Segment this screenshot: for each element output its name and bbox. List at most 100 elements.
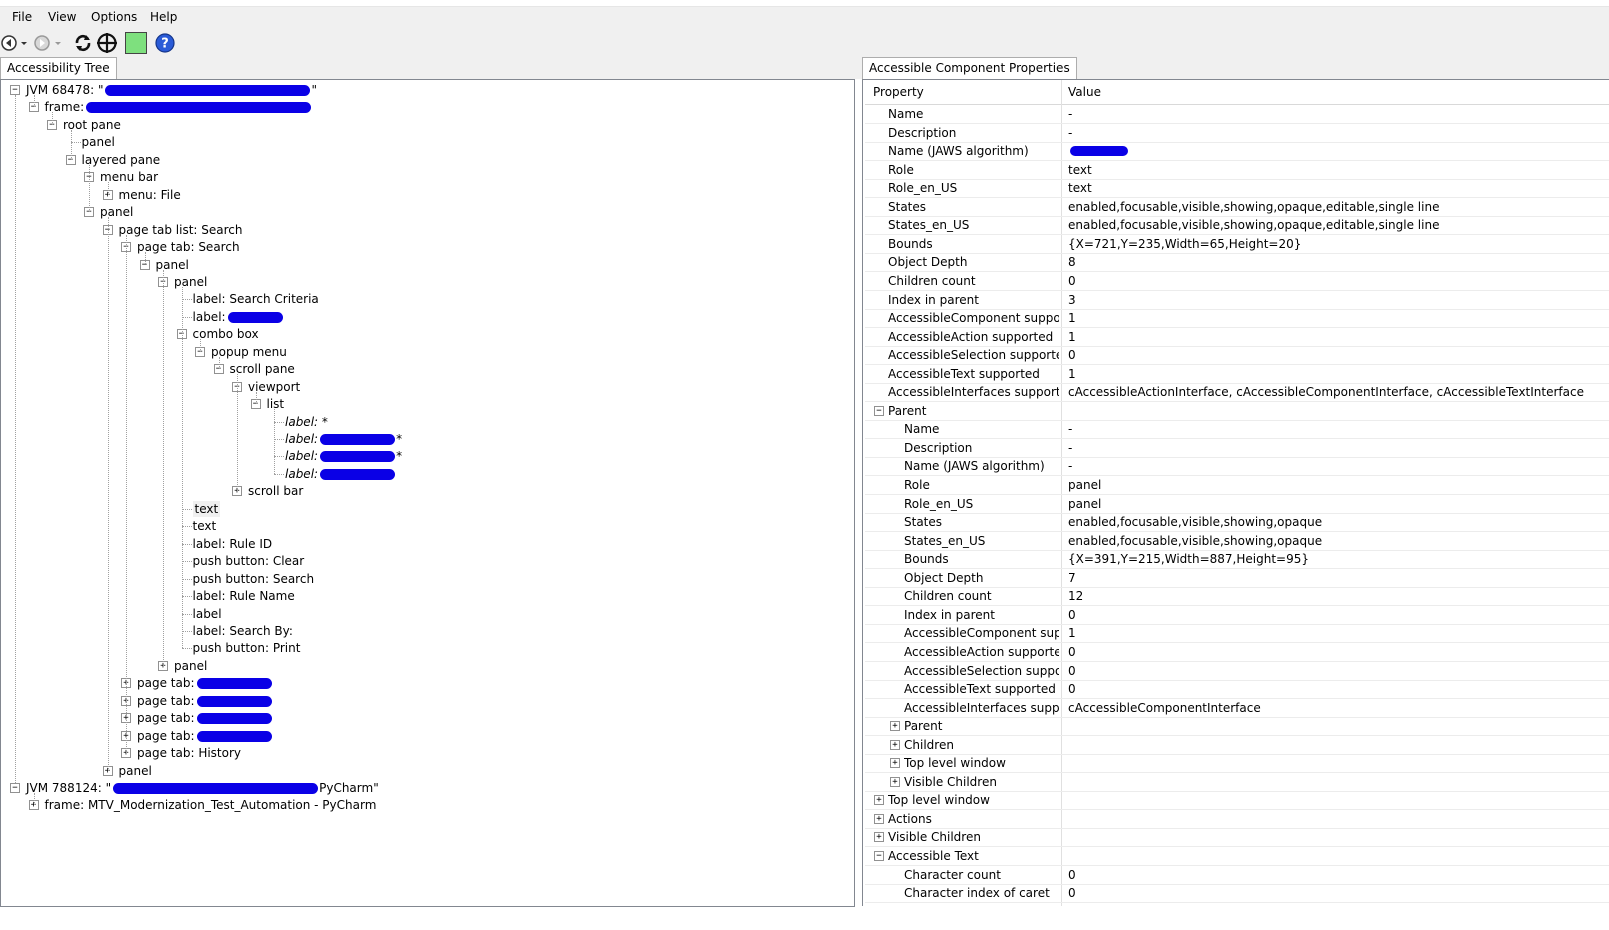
property-row[interactable]: Role text <box>865 161 1609 180</box>
property-row[interactable]: AccessibleComponent supp... 1 <box>865 624 1609 644</box>
expand-icon[interactable]: + <box>890 721 900 732</box>
property-row[interactable]: Role_en_US text <box>865 179 1609 199</box>
tree-node[interactable]: page tab: <box>137 710 195 726</box>
expand-icon[interactable]: + <box>874 832 884 843</box>
property-row[interactable]: AccessibleInterfaces supported cAccessibl… <box>865 383 1609 403</box>
tree-node[interactable]: label: Search By: <box>193 623 293 639</box>
property-row[interactable]: AccessibleText supported 0 <box>865 680 1609 700</box>
tree-node[interactable]: label: <box>285 466 318 482</box>
crosshair-icon[interactable] <box>96 31 118 55</box>
highlight-color-swatch[interactable] <box>124 31 148 55</box>
tab-accessible-component-properties[interactable]: Accessible Component Properties <box>862 57 1077 79</box>
tree-node[interactable]: push button: Clear <box>193 553 305 569</box>
property-row[interactable]: AccessibleAction supported 1 <box>865 328 1609 347</box>
property-row[interactable]: Bounds {X=721,Y=235,Width=65,Height=20} <box>865 235 1609 254</box>
tree-node[interactable]: label: <box>285 431 318 447</box>
help-icon[interactable]: ? <box>154 31 176 55</box>
property-row[interactable]: Name (JAWS algorithm) <box>865 142 1609 162</box>
property-row[interactable]: States enabled,focusable,visible,showing,… <box>865 198 1609 217</box>
expand-icon[interactable]: + <box>890 758 900 769</box>
collapse-icon[interactable]: − <box>874 405 884 416</box>
accessibility-tree[interactable]: − JVM 68478: " " − frame: − root pane panel − la… <box>0 79 855 907</box>
tree-node[interactable]: frame: <box>45 99 85 115</box>
tree-node[interactable]: panel <box>174 274 207 290</box>
property-row[interactable]: Name (JAWS algorithm) - <box>865 457 1609 477</box>
property-row[interactable]: − Accessible Text <box>865 847 1609 866</box>
property-row[interactable]: Role panel <box>865 476 1609 495</box>
collapse-icon[interactable]: − <box>10 783 20 793</box>
property-row[interactable]: Children count 0 <box>865 272 1609 291</box>
property-row[interactable]: + Children <box>865 736 1609 755</box>
property-row[interactable]: + Visible Children <box>865 828 1609 848</box>
property-row[interactable]: States_en_US enabled,focusable,visible,sh… <box>865 216 1609 236</box>
tree-node[interactable]: page tab: <box>137 693 195 709</box>
property-row[interactable]: + Parent <box>865 717 1609 737</box>
property-row[interactable]: Object Depth 8 <box>865 253 1609 273</box>
property-row[interactable]: Index in parent 3 <box>865 291 1609 310</box>
tree-node[interactable]: label: Rule Name <box>193 588 295 604</box>
property-row[interactable]: AccessibleSelection supported 0 <box>865 346 1609 366</box>
property-row[interactable]: States enabled,focusable,visible,showing,… <box>865 513 1609 533</box>
property-row[interactable]: Character count 0 <box>865 866 1609 885</box>
expand-icon[interactable]: + <box>890 776 900 787</box>
collapse-icon[interactable]: − <box>10 85 20 95</box>
tab-accessibility-tree[interactable]: Accessibility Tree <box>0 57 117 79</box>
tree-node[interactable]: popup menu <box>211 344 287 360</box>
property-row[interactable]: AccessibleInterfaces suppo... cAccessible… <box>865 699 1609 718</box>
tree-node[interactable]: panel <box>82 134 115 150</box>
property-row[interactable]: Role_en_US panel <box>865 495 1609 514</box>
property-row[interactable]: − Parent <box>865 402 1609 421</box>
menu-file[interactable]: File <box>12 10 32 24</box>
property-row[interactable]: Children count 12 <box>865 587 1609 607</box>
back-dropdown-icon[interactable] <box>19 31 29 55</box>
property-row[interactable]: Description - <box>865 124 1609 143</box>
forward-dropdown-icon[interactable] <box>53 31 63 55</box>
property-row[interactable]: Description - <box>865 439 1609 458</box>
tree-node[interactable]: scroll bar <box>248 483 303 499</box>
value-column-header[interactable]: Value <box>1068 85 1101 99</box>
property-row[interactable]: Index in parent 0 <box>865 606 1609 625</box>
tree-node[interactable]: text <box>193 518 217 534</box>
expand-icon[interactable]: + <box>890 739 900 750</box>
property-row[interactable]: + Top level window <box>865 791 1609 811</box>
tree-node[interactable]: panel <box>174 658 207 674</box>
tree-node[interactable]: page tab: History <box>137 745 241 761</box>
property-row[interactable]: Name - <box>865 105 1609 124</box>
tree-node[interactable]: list <box>267 396 285 412</box>
tree-node[interactable]: page tab: <box>137 728 195 744</box>
collapse-icon[interactable]: − <box>874 851 884 861</box>
property-row[interactable]: + Top level window <box>865 754 1609 774</box>
property-row[interactable]: + Actions <box>865 810 1609 829</box>
expand-icon[interactable]: + <box>874 813 884 824</box>
tree-node[interactable]: menu bar <box>100 169 158 185</box>
property-row[interactable]: Character index of caret 0 <box>865 884 1609 904</box>
property-row[interactable]: States_en_US enabled,focusable,visible,sh… <box>865 532 1609 551</box>
menu-options[interactable]: Options <box>91 10 137 24</box>
property-row[interactable]: AccessibleAction supported 0 <box>865 643 1609 662</box>
tree-node[interactable]: page tab: Search <box>137 239 240 255</box>
tree-node[interactable]: text <box>192 500 221 517</box>
tree-node[interactable]: push button: Print <box>193 640 301 656</box>
expand-icon[interactable]: + <box>874 795 884 806</box>
tree-node[interactable]: panel <box>100 204 133 220</box>
property-row[interactable]: + Visible Children <box>865 773 1609 792</box>
tree-node[interactable]: label: <box>285 448 318 464</box>
tree-node[interactable]: label: Search Criteria <box>193 291 319 307</box>
property-row[interactable]: Bounds {X=391,Y=215,Width=887,Height=95} <box>865 550 1609 570</box>
tree-node[interactable]: panel <box>156 257 189 273</box>
tree-node[interactable]: JVM 788124: " <box>26 780 111 796</box>
forward-icon[interactable] <box>33 31 51 55</box>
property-row[interactable]: Object Depth 7 <box>865 569 1609 588</box>
tree-node[interactable]: JVM 68478: " <box>26 82 103 98</box>
property-column-header[interactable]: Property <box>873 85 924 99</box>
properties-grid[interactable]: Property Value Name - Description - Name (JA… <box>862 79 1609 906</box>
back-icon[interactable] <box>0 31 18 55</box>
property-row[interactable]: Name - <box>865 420 1609 440</box>
property-row[interactable]: AccessibleSelection suppor... 0 <box>865 662 1609 681</box>
property-row[interactable]: AccessibleText supported 1 <box>865 365 1609 384</box>
tree-node[interactable]: layered pane <box>82 152 161 168</box>
property-row[interactable]: AccessibleComponent suppor... 1 <box>865 309 1609 329</box>
tree-node[interactable]: label: Rule ID <box>193 536 273 552</box>
tree-node[interactable]: menu: File <box>119 187 181 203</box>
menu-view[interactable]: View <box>48 10 76 24</box>
